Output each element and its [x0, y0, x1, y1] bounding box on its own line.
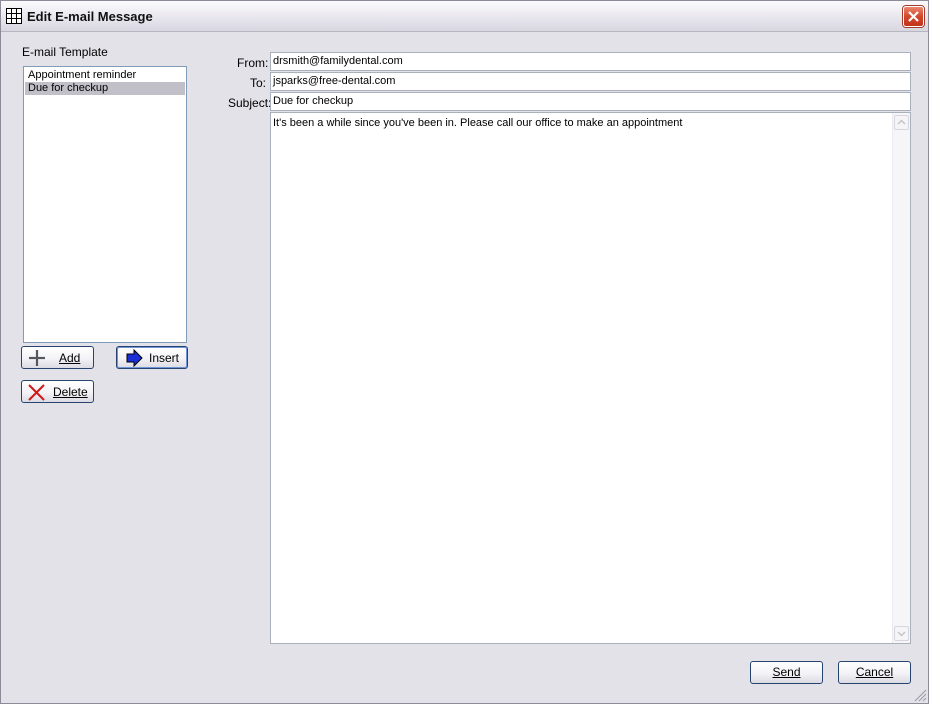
cancel-label: Cancel [855, 665, 894, 679]
vertical-scrollbar[interactable] [892, 113, 910, 643]
subject-field[interactable]: Due for checkup [270, 92, 911, 111]
grid-icon [6, 8, 22, 24]
chevron-up-icon [897, 119, 906, 125]
insert-button[interactable]: Insert [116, 346, 188, 369]
title-bar[interactable]: Edit E-mail Message [1, 1, 928, 32]
x-icon [28, 384, 45, 401]
send-label: Send [772, 665, 801, 679]
subject-label: Subject: [228, 96, 272, 110]
scroll-up-button[interactable] [894, 115, 909, 130]
delete-label: Delete [53, 385, 88, 399]
to-label: To: [250, 76, 267, 90]
list-item-selected[interactable]: Due for checkup [25, 82, 185, 95]
window-title: Edit E-mail Message [27, 9, 153, 24]
scroll-down-button[interactable] [894, 626, 909, 641]
close-button[interactable] [903, 6, 924, 27]
delete-button[interactable]: Delete [21, 380, 94, 403]
message-body-text: It's been a while since you've been in. … [273, 117, 683, 129]
edit-email-window: Edit E-mail Message E-mail Template Appo… [0, 0, 929, 704]
from-label: From: [237, 56, 269, 70]
chevron-down-icon [897, 631, 906, 637]
message-body[interactable]: It's been a while since you've been in. … [270, 112, 911, 644]
send-button[interactable]: Send [750, 661, 823, 684]
add-button[interactable]: Add [21, 346, 94, 369]
add-label: Add [59, 351, 81, 365]
from-field[interactable]: drsmith@familydental.com [270, 52, 911, 71]
list-item[interactable]: Appointment reminder [25, 69, 185, 82]
arrow-right-icon [126, 349, 143, 367]
cancel-button[interactable]: Cancel [838, 661, 911, 684]
resize-grip-icon[interactable] [913, 688, 927, 702]
template-list[interactable]: Appointment reminder Due for checkup [23, 66, 187, 343]
to-field[interactable]: jsparks@free-dental.com [270, 72, 911, 91]
insert-label: Insert [149, 351, 180, 365]
template-label: E-mail Template [22, 45, 108, 59]
close-icon [908, 11, 919, 22]
plus-icon [29, 350, 45, 366]
